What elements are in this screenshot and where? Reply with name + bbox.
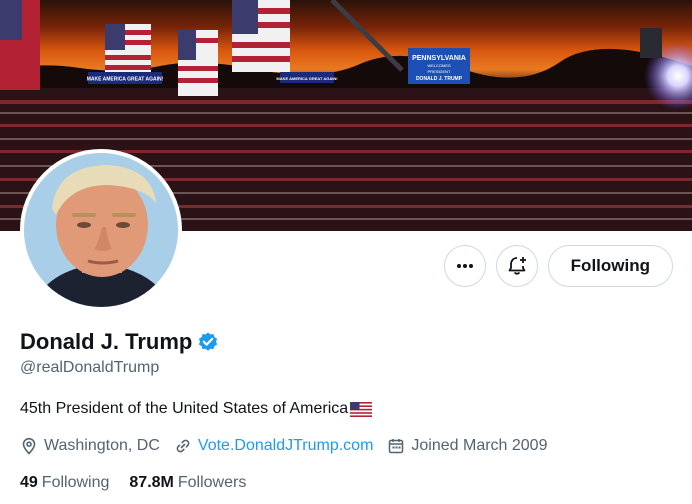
following-button[interactable]: Following — [547, 245, 673, 287]
banner-sign-left: MAKE AMERICA GREAT AGAIN! — [87, 77, 164, 83]
following-count-link[interactable]: 49 Following — [20, 474, 109, 492]
followers-count: 87.8M — [129, 474, 174, 491]
following-count: 49 — [20, 474, 38, 491]
bio-text: 45th President of the United States of A… — [20, 400, 349, 417]
banner-sign-name: DONALD J. TRUMP — [416, 76, 463, 82]
profile-website: Vote.DonaldJTrump.com — [174, 437, 373, 455]
banner-sign-president: PRESIDENT — [428, 69, 451, 74]
more-horizontal-icon — [456, 264, 473, 268]
profile-photo — [24, 153, 178, 307]
followers-count-link[interactable]: 87.8M Followers — [129, 474, 246, 492]
us-flag-icon — [350, 401, 373, 417]
profile-meta: Washington, DC Vote.DonaldJTrump.com Joi… — [20, 437, 561, 455]
profile-name-row: Donald J. Trump — [20, 329, 219, 355]
banner-sign-state: PENNSYLVANIA — [412, 55, 466, 62]
website-link[interactable]: Vote.DonaldJTrump.com — [198, 437, 373, 455]
followers-label: Followers — [177, 474, 247, 491]
calendar-icon — [389, 439, 404, 454]
verified-badge-icon[interactable] — [197, 331, 219, 353]
banner-sign-welcomes: WELCOMES — [427, 63, 451, 68]
profile-handle: @realDonaldTrump — [20, 359, 160, 376]
bell-plus-icon — [508, 257, 526, 275]
display-name: Donald J. Trump — [20, 329, 193, 354]
profile-bio: 45th President of the United States of A… — [20, 400, 373, 418]
avatar[interactable] — [20, 149, 182, 311]
profile-location: Washington, DC — [20, 437, 160, 455]
location-pin-icon — [22, 437, 36, 455]
notifications-button[interactable] — [495, 245, 538, 287]
banner-sign-middle: MAKE AMERICA GREAT AGAIN! — [276, 76, 337, 81]
profile-stats: 49 Following 87.8M Followers — [20, 474, 266, 492]
link-icon — [176, 439, 190, 453]
profile-joined: Joined March 2009 — [387, 437, 547, 455]
profile-actions: Following — [443, 245, 673, 287]
following-label: Following — [41, 474, 110, 491]
more-button[interactable] — [443, 245, 486, 287]
location-text: Washington, DC — [44, 437, 160, 454]
joined-text: Joined March 2009 — [411, 437, 548, 454]
